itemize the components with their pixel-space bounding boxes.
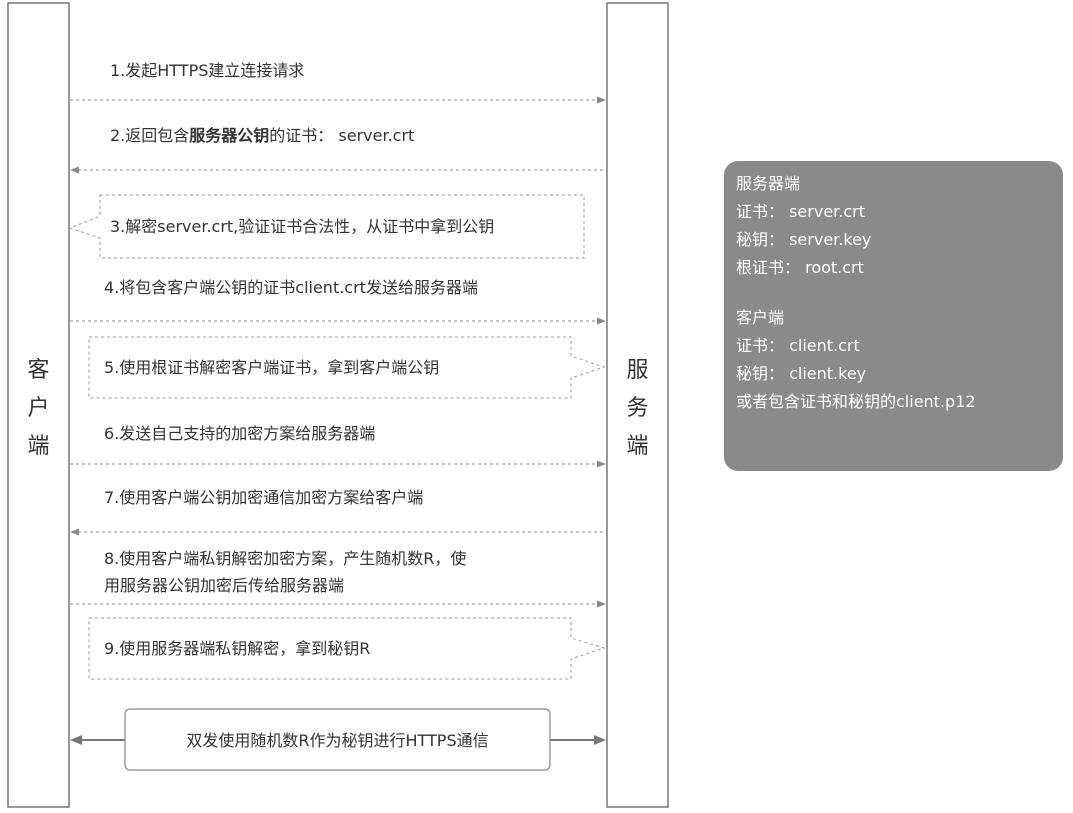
actor-label-char: 务 <box>626 396 648 421</box>
message-text-part: 的证书： server.crt <box>269 126 414 145</box>
key-info-panel: 服务器端 证书： server.crt 秘钥： server.key 根证书： … <box>724 161 1063 471</box>
message-text-part: 2.返回包含 <box>110 126 189 145</box>
client-actor-label: 客户端 <box>27 358 49 459</box>
server-actor: 服务端 <box>606 2 669 808</box>
message-5-text: 5.使用根证书解密客户端证书，拿到客户端公钥 <box>104 358 439 377</box>
message-2-text: 2.返回包含服务器公钥的证书： server.crt <box>110 126 414 145</box>
message-6-arrowhead <box>597 460 606 468</box>
actor-label-char: 端 <box>27 434 49 459</box>
message-8: 8.使用客户端私钥解密加密方案，产生随机数R，使 用服务器公钥加密后传给服务器端 <box>70 549 606 608</box>
message-4: 4.将包含客户端公钥的证书client.crt发送给服务器端 <box>70 278 606 325</box>
message-9-text: 9.使用服务器端私钥解密，拿到秘钥R <box>104 639 370 658</box>
message-text-part: 1.发起HTTPS建立连接请求 <box>110 61 304 80</box>
message-text-part: 6.发送自己支持的加密方案给服务器端 <box>104 424 375 443</box>
server-root-cert-line: 根证书： root.crt <box>736 258 864 277</box>
message-7-text: 7.使用客户端公钥加密通信加密方案给客户端 <box>104 488 423 507</box>
message-8-arrowhead <box>597 600 606 608</box>
message-text-part: 3.解密server.crt,验证证书合法性，从证书中拿到公钥 <box>110 217 494 236</box>
message-text-emphasis: 服务器公钥 <box>189 126 269 145</box>
message-2-arrowhead <box>70 166 79 174</box>
message-3: 3.解密server.crt,验证证书合法性，从证书中拿到公钥 <box>68 194 585 259</box>
message-text-part: 4.将包含客户端公钥的证书client.crt发送给服务器端 <box>104 278 478 297</box>
client-actor: 客户端 <box>7 2 70 808</box>
message-text-part: 9.使用服务器端私钥解密，拿到秘钥R <box>104 639 370 658</box>
client-info-title: 客户端 <box>736 308 785 327</box>
actor-label-char: 客 <box>27 358 49 383</box>
message-7: 7.使用客户端公钥加密通信加密方案给客户端 <box>70 488 606 536</box>
client-p12-line: 或者包含证书和秘钥的client.p12 <box>736 392 976 411</box>
message-text-part: 5.使用根证书解密客户端证书，拿到客户端公钥 <box>104 358 439 377</box>
message-2: 2.返回包含服务器公钥的证书： server.crt <box>70 126 606 174</box>
client-cert-line: 证书： client.crt <box>736 336 860 355</box>
message-8-text-line-2: 用服务器公钥加密后传给服务器端 <box>104 576 344 595</box>
message-text-part: 7.使用客户端公钥加密通信加密方案给客户端 <box>104 488 423 507</box>
message-8-text-line-1: 8.使用客户端私钥解密加密方案，产生随机数R，使 <box>104 549 466 568</box>
message-6: 6.发送自己支持的加密方案给服务器端 <box>70 424 606 468</box>
server-actor-label: 服务端 <box>626 358 648 459</box>
message-1-text: 1.发起HTTPS建立连接请求 <box>110 61 304 80</box>
panel-spacer <box>736 282 1051 304</box>
message-5: 5.使用根证书解密客户端证书，拿到客户端公钥 <box>88 336 606 399</box>
message-9: 9.使用服务器端私钥解密，拿到秘钥R <box>88 617 606 680</box>
client-key-line: 秘钥： client.key <box>736 364 867 383</box>
actor-label-char: 端 <box>626 434 648 459</box>
final-exchange-arrowhead-right <box>594 735 606 745</box>
server-info-title: 服务器端 <box>736 174 801 193</box>
message-3-text: 3.解密server.crt,验证证书合法性，从证书中拿到公钥 <box>110 217 494 236</box>
server-key-line: 秘钥： server.key <box>736 230 872 249</box>
message-4-text: 4.将包含客户端公钥的证书client.crt发送给服务器端 <box>104 278 478 297</box>
message-1-arrowhead <box>597 96 606 104</box>
final-exchange: 双发使用随机数R作为秘钥进行HTTPS通信 <box>70 708 606 771</box>
actor-label-char: 服 <box>626 358 648 383</box>
actor-label-char: 户 <box>27 396 49 421</box>
message-1: 1.发起HTTPS建立连接请求 <box>70 61 606 104</box>
final-exchange-arrowhead-left <box>70 735 82 745</box>
final-exchange-text: 双发使用随机数R作为秘钥进行HTTPS通信 <box>186 731 488 750</box>
server-cert-line: 证书： server.crt <box>736 202 866 221</box>
message-4-arrowhead <box>597 317 606 325</box>
message-6-text: 6.发送自己支持的加密方案给服务器端 <box>104 424 375 443</box>
message-7-arrowhead <box>70 528 79 536</box>
